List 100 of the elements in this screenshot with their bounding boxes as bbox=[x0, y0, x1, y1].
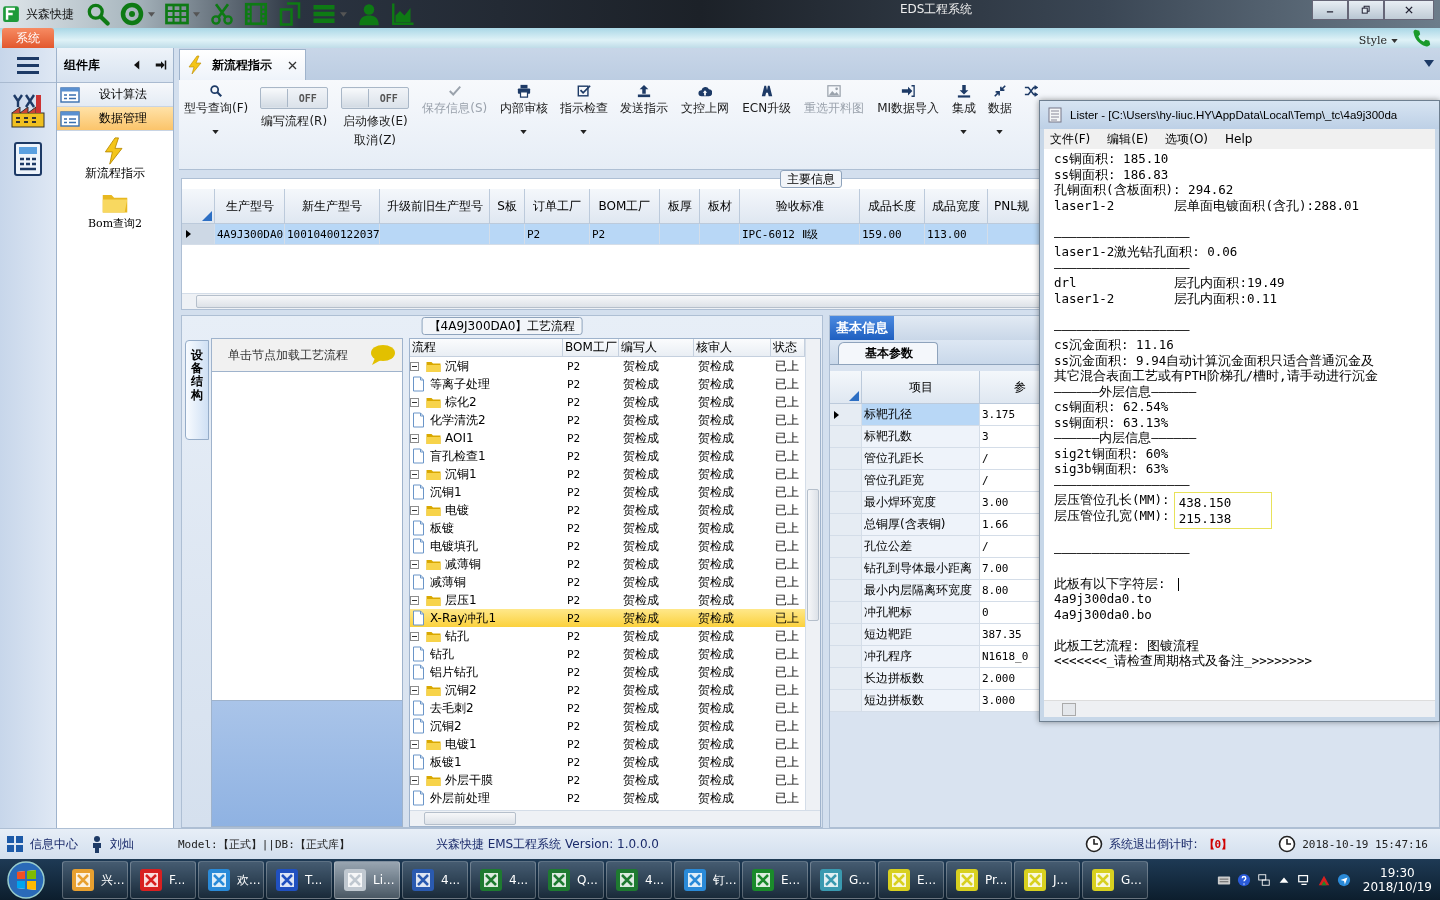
scrollbar[interactable] bbox=[805, 339, 820, 810]
tree-row[interactable]: 沉铜2 P2 贺检成 贺检成 已上 bbox=[410, 717, 805, 735]
caret-icon[interactable] bbox=[580, 130, 588, 134]
column-header[interactable]: 核审人 bbox=[694, 339, 771, 357]
column-header[interactable]: S板 bbox=[490, 189, 525, 224]
dock-icon[interactable] bbox=[155, 59, 167, 71]
column-header[interactable]: 生产型号 bbox=[215, 189, 285, 224]
send-icon[interactable] bbox=[1336, 873, 1351, 887]
tree-row[interactable]: 去毛刺2 P2 贺检成 贺检成 已上 bbox=[410, 699, 805, 717]
tree-row[interactable]: 化学清洗2 P2 贺检成 贺检成 已上 bbox=[410, 411, 805, 429]
caret-icon[interactable] bbox=[212, 130, 220, 134]
tree-row[interactable]: 等离子处理 P2 贺检成 贺检成 已上 bbox=[410, 375, 805, 393]
column-header[interactable]: 编写人 bbox=[619, 339, 694, 357]
column-header[interactable]: 状态 bbox=[771, 339, 805, 357]
close-icon[interactable] bbox=[288, 60, 297, 70]
toolbar-button[interactable]: 型号查询(F) bbox=[181, 84, 252, 169]
taskbar-button[interactable]: Li... bbox=[334, 861, 400, 899]
collapse-toggle[interactable] bbox=[410, 397, 419, 407]
collapse-toggle[interactable] bbox=[410, 469, 419, 479]
restore-button[interactable] bbox=[1348, 0, 1384, 20]
sidebar-item[interactable]: 设计算法 bbox=[57, 83, 173, 107]
tree-row[interactable]: 减薄铜 P2 贺检成 贺检成 已上 bbox=[410, 573, 805, 591]
toolbar-button[interactable]: 文控上网 bbox=[678, 84, 733, 169]
document-tab[interactable]: 新流程指示 bbox=[179, 49, 306, 80]
tool-item[interactable]: 新流程指示 bbox=[57, 137, 173, 182]
taskbar-button[interactable]: F... bbox=[130, 861, 196, 899]
panel-tab[interactable]: 基本参数 bbox=[838, 342, 938, 364]
toolbar-button[interactable]: 内部审核 bbox=[497, 84, 552, 169]
person-icon[interactable] bbox=[357, 2, 381, 26]
tree-row[interactable]: 沉铜2 P2 贺检成 贺检成 已上 bbox=[410, 681, 805, 699]
toolbar-button[interactable]: ECN升级 bbox=[739, 84, 795, 169]
collapse-toggle[interactable] bbox=[410, 631, 419, 641]
tree-row[interactable]: 电镀 P2 贺检成 贺检成 已上 bbox=[410, 501, 805, 519]
toolbar-button[interactable]: 发送指示 bbox=[617, 84, 672, 169]
help-icon[interactable] bbox=[1236, 873, 1251, 887]
tree-row[interactable]: 钻孔 P2 贺检成 贺检成 已上 bbox=[410, 627, 805, 645]
taskbar-button[interactable]: G... bbox=[1082, 861, 1148, 899]
taskbar-button[interactable]: 4... bbox=[402, 861, 468, 899]
collapse-toggle[interactable] bbox=[410, 775, 419, 785]
scrollbar[interactable] bbox=[410, 810, 820, 826]
column-header[interactable]: 成品长度 bbox=[860, 189, 925, 224]
collapse-toggle[interactable] bbox=[410, 595, 419, 605]
tree-row[interactable]: AOI1 P2 贺检成 贺检成 已上 bbox=[410, 429, 805, 447]
toggle-switch[interactable]: OFF bbox=[341, 87, 410, 109]
toolbar-button[interactable]: 取消(Z) bbox=[354, 132, 397, 149]
menu-item[interactable]: 选项(O) bbox=[1159, 130, 1220, 148]
menu-item[interactable]: 文件(F) bbox=[1044, 130, 1102, 148]
tree-row[interactable]: 钻孔 P2 贺检成 贺检成 已上 bbox=[410, 645, 805, 663]
clock[interactable]: 19:30 2018/10/19 bbox=[1362, 866, 1432, 894]
column-header[interactable]: 板材 bbox=[700, 189, 740, 224]
tree-row[interactable]: 减薄铜 P2 贺检成 贺检成 已上 bbox=[410, 555, 805, 573]
caret-icon[interactable] bbox=[1424, 60, 1434, 67]
column-header[interactable]: BOM工厂 bbox=[563, 339, 619, 357]
tree-row[interactable]: 盲孔检查1 P2 贺检成 贺检成 已上 bbox=[410, 447, 805, 465]
column-header[interactable]: 升级前旧生产型号 bbox=[380, 189, 490, 224]
taskbar-button[interactable]: 4... bbox=[606, 861, 672, 899]
taskbar-button[interactable]: E... bbox=[742, 861, 808, 899]
toolbar-button[interactable]: 数据 bbox=[985, 84, 1016, 169]
area-chart-icon[interactable] bbox=[391, 2, 415, 26]
taskbar-button[interactable]: Q... bbox=[538, 861, 604, 899]
toggle-switch[interactable]: OFF bbox=[260, 87, 329, 109]
collapse-toggle[interactable] bbox=[410, 505, 419, 515]
caret-icon[interactable] bbox=[520, 130, 528, 134]
taskbar-button[interactable]: Pr... bbox=[946, 861, 1012, 899]
tree-row[interactable]: 沉铜1 P2 贺检成 贺检成 已上 bbox=[410, 483, 805, 501]
menu-icon[interactable] bbox=[16, 55, 40, 75]
column-header[interactable]: 验收标准 bbox=[740, 189, 860, 224]
collapse-toggle[interactable] bbox=[410, 433, 419, 443]
collapse-toggle[interactable] bbox=[410, 739, 419, 749]
tree-row[interactable]: 棕化2 P2 贺检成 贺检成 已上 bbox=[410, 393, 805, 411]
column-header[interactable]: 流程 bbox=[410, 339, 563, 357]
tree-row[interactable]: 沉铜1 P2 贺检成 贺检成 已上 bbox=[410, 465, 805, 483]
taskbar-button[interactable]: 钉... bbox=[674, 861, 740, 899]
taskbar-button[interactable]: T... bbox=[266, 861, 332, 899]
toolbar-button[interactable]: 启动修改(E) bbox=[342, 113, 408, 130]
toolbar-button[interactable]: 编写流程(R) bbox=[261, 113, 328, 130]
taskbar-button[interactable]: E... bbox=[878, 861, 944, 899]
column-header[interactable]: 板厚 bbox=[660, 189, 700, 224]
search-icon[interactable] bbox=[86, 2, 110, 26]
caret-icon[interactable] bbox=[960, 130, 968, 134]
lifebuoy-icon[interactable] bbox=[120, 2, 144, 26]
caret-icon[interactable] bbox=[996, 130, 1004, 134]
side-tab[interactable]: 设备结构 bbox=[185, 340, 209, 440]
taskbar-button[interactable]: 兴... bbox=[62, 861, 128, 899]
column-header[interactable]: 新生产型号 bbox=[285, 189, 380, 224]
column-header[interactable]: 项目 bbox=[862, 371, 980, 404]
panel-tab[interactable]: 基本信息 bbox=[830, 316, 894, 340]
close-button[interactable] bbox=[1384, 0, 1434, 20]
column-header[interactable]: BOM工厂 bbox=[590, 189, 660, 224]
tree-row[interactable]: 层压1 P2 贺检成 贺检成 已上 bbox=[410, 591, 805, 609]
taskbar-button[interactable]: 欢... bbox=[198, 861, 264, 899]
tree-row[interactable]: 板镀1 P2 贺检成 贺检成 已上 bbox=[410, 753, 805, 771]
tree-row[interactable]: 外层干膜 P2 贺检成 贺检成 已上 bbox=[410, 771, 805, 789]
tree-row[interactable]: X-Ray冲孔1 P2 贺检成 贺检成 已上 bbox=[410, 609, 805, 627]
tree-row[interactable]: 外层前处理 P2 贺检成 贺检成 已上 bbox=[410, 789, 805, 807]
windows-icon[interactable] bbox=[1256, 873, 1271, 887]
taskbar-button[interactable]: 4... bbox=[470, 861, 536, 899]
tree-row[interactable]: 电镀填孔 P2 贺检成 贺检成 已上 bbox=[410, 537, 805, 555]
column-header[interactable]: 成品宽度 bbox=[925, 189, 988, 224]
menu-item[interactable]: Help bbox=[1219, 132, 1264, 146]
